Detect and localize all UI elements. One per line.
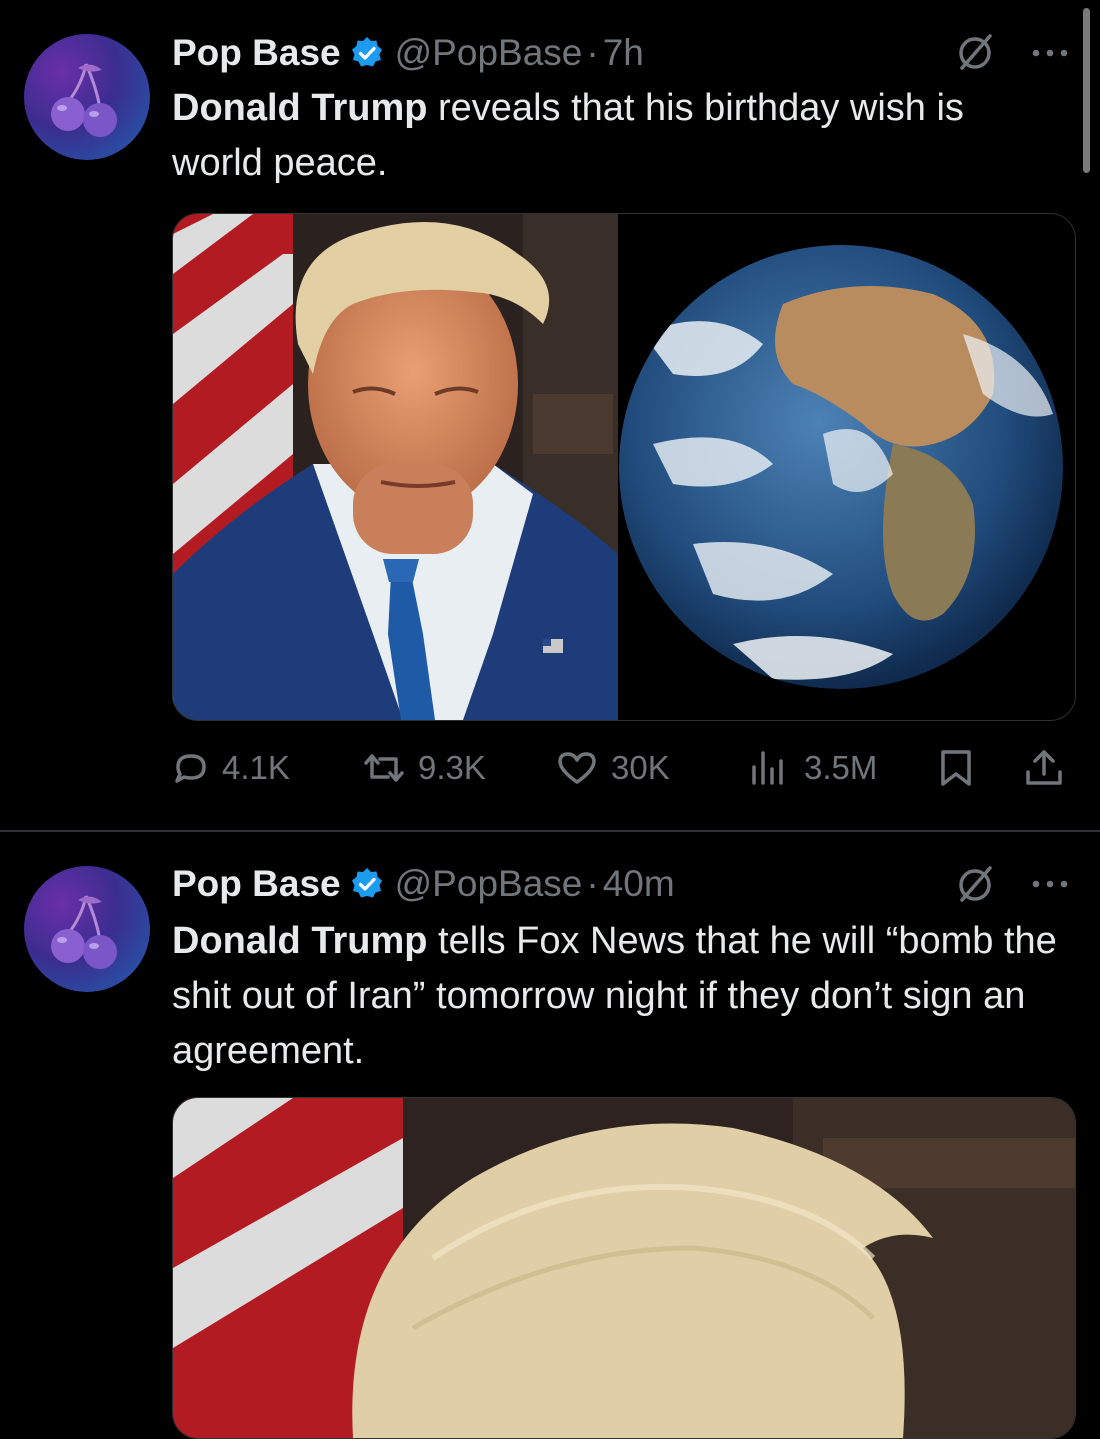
more-options-icon[interactable] [1030,877,1070,891]
separator-dot: · [586,32,599,73]
separator-dot: · [586,863,599,904]
tweet[interactable]: Pop Base @PopBase · 7h Donald Trump reve… [0,0,1100,830]
like-count: 30K [611,749,670,786]
views-count: 3.5M [804,749,878,786]
tweet-header: Pop Base @PopBase · 7h [172,30,644,76]
cherry-icon [51,895,117,969]
tweet-text: Donald Trump reveals that his birthday w… [172,81,1062,191]
reply-count: 4.1K [222,749,290,786]
repost-count: 9.3K [418,749,486,786]
like-button[interactable]: 30K [555,738,670,798]
more-options-icon[interactable] [1030,46,1070,60]
media-image[interactable] [172,1097,1076,1439]
bookmark-button[interactable] [938,738,986,798]
scrollbar[interactable] [1083,8,1090,173]
tweet-actions: 4.1K 9.3K 30K 3.5M [172,738,1072,798]
tweet[interactable]: Pop Base @PopBase · 40m Donald Trump tel… [0,832,1100,1439]
grok-icon[interactable] [954,862,998,906]
views-button[interactable]: 3.5M [748,738,877,798]
verified-badge-icon [351,37,382,67]
reply-icon [175,754,206,783]
author-handle[interactable]: @PopBase [395,32,583,74]
author-handle[interactable]: @PopBase [395,863,583,905]
reply-button[interactable]: 4.1K [172,738,290,798]
grok-icon[interactable] [954,30,998,74]
portrait-photo[interactable] [173,1098,1075,1438]
views-icon [752,751,783,785]
repost-button[interactable]: 9.3K [362,738,486,798]
portrait-photo[interactable] [173,214,618,720]
bookmark-icon [941,750,971,786]
share-icon [1026,750,1062,785]
share-button[interactable] [1024,738,1076,798]
media-images [173,214,1075,720]
display-name[interactable]: Pop Base [172,32,341,74]
timestamp[interactable]: 40m [603,863,675,905]
tweet-text: Donald Trump tells Fox News that he will… [172,914,1062,1079]
tweet-header: Pop Base @PopBase · 40m [172,861,675,907]
repost-icon [364,754,404,782]
tweet-text-bold[interactable]: Donald Trump [172,920,427,962]
earth-photo[interactable] [619,214,1075,720]
display-name[interactable]: Pop Base [172,863,341,905]
media-grid[interactable] [172,213,1076,721]
avatar[interactable] [24,866,150,992]
heart-icon [558,752,596,784]
timestamp[interactable]: 7h [603,32,644,74]
verified-badge-icon [351,868,382,898]
avatar[interactable] [24,34,150,160]
cherry-icon [51,63,117,137]
tweet-text-bold[interactable]: Donald Trump [172,87,427,129]
